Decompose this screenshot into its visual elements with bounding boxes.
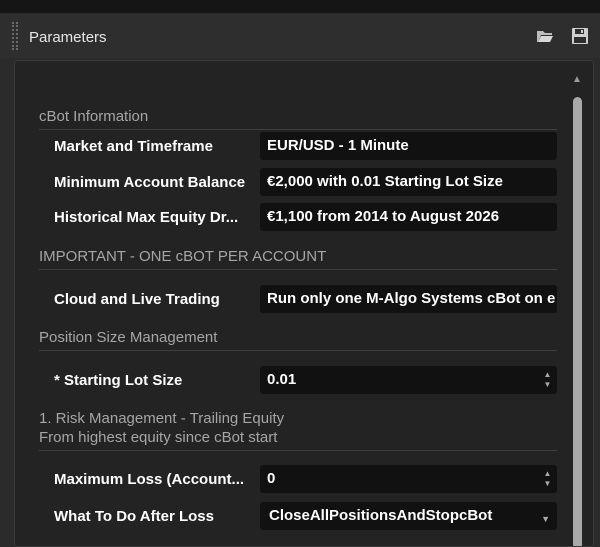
starting-lot-size-input[interactable]: 0.01 ▲ ▼ bbox=[260, 366, 557, 394]
group-header-cbot-information: cBot Information bbox=[39, 108, 149, 125]
starting-lot-size-value: 0.01 bbox=[267, 371, 297, 388]
panel-header: Parameters bbox=[0, 14, 600, 58]
market-timeframe-field[interactable]: EUR/USD - 1 Minute bbox=[260, 132, 557, 160]
window-top-strip bbox=[0, 0, 600, 14]
after-loss-value: CloseAllPositionsAndStopcBot bbox=[269, 507, 493, 524]
parameters-panel: Parameters ▲ cBot Information Market and… bbox=[0, 14, 600, 547]
after-loss-select[interactable]: CloseAllPositionsAndStopcBot ▼ bbox=[260, 502, 557, 530]
spin-up-icon[interactable]: ▲ bbox=[543, 370, 552, 380]
group-divider bbox=[39, 350, 557, 351]
min-balance-label: Minimum Account Balance bbox=[54, 174, 246, 191]
panel-title: Parameters bbox=[29, 29, 107, 46]
parameters-content: ▲ cBot Information Market and Timeframe … bbox=[14, 60, 594, 547]
risk-group-subtitle: From highest equity since cBot start bbox=[39, 429, 278, 446]
max-loss-label: Maximum Loss (Account... bbox=[54, 471, 245, 488]
save-icon[interactable] bbox=[571, 28, 589, 44]
max-loss-input[interactable]: 0 ▲ ▼ bbox=[260, 465, 557, 493]
cloud-live-trading-field[interactable]: Run only one M-Algo Systems cBot on e bbox=[260, 285, 557, 313]
scroll-up-arrow[interactable]: ▲ bbox=[571, 75, 583, 85]
max-drawdown-field[interactable]: €1,100 from 2014 to August 2026 bbox=[260, 203, 557, 231]
market-timeframe-label: Market and Timeframe bbox=[54, 138, 213, 155]
max-loss-value: 0 bbox=[267, 470, 276, 487]
folder-open-icon[interactable] bbox=[536, 28, 554, 44]
group-divider bbox=[39, 129, 557, 130]
group-divider bbox=[39, 450, 557, 451]
after-loss-label: What To Do After Loss bbox=[54, 508, 214, 525]
drag-grip-handle[interactable] bbox=[12, 22, 18, 50]
numeric-spinner[interactable]: ▲ ▼ bbox=[543, 370, 552, 390]
group-header-important: IMPORTANT - ONE cBOT PER ACCOUNT bbox=[39, 248, 327, 265]
spin-up-icon[interactable]: ▲ bbox=[543, 469, 552, 479]
min-balance-field[interactable]: €2,000 with 0.01 Starting Lot Size bbox=[260, 168, 557, 196]
chevron-down-icon[interactable]: ▼ bbox=[541, 510, 550, 528]
group-header-risk-management: 1. Risk Management - Trailing Equity Fro… bbox=[39, 409, 557, 447]
risk-group-title: 1. Risk Management - Trailing Equity bbox=[39, 410, 285, 427]
spin-down-icon[interactable]: ▼ bbox=[543, 479, 552, 489]
group-header-position-size: Position Size Management bbox=[39, 329, 218, 346]
cloud-live-trading-label: Cloud and Live Trading bbox=[54, 291, 220, 308]
scrollbar-thumb[interactable] bbox=[573, 97, 582, 546]
max-drawdown-label: Historical Max Equity Dr... bbox=[54, 209, 239, 226]
starting-lot-size-label: * Starting Lot Size bbox=[54, 372, 183, 389]
spin-down-icon[interactable]: ▼ bbox=[543, 380, 552, 390]
numeric-spinner[interactable]: ▲ ▼ bbox=[543, 469, 552, 489]
group-divider bbox=[39, 269, 557, 270]
